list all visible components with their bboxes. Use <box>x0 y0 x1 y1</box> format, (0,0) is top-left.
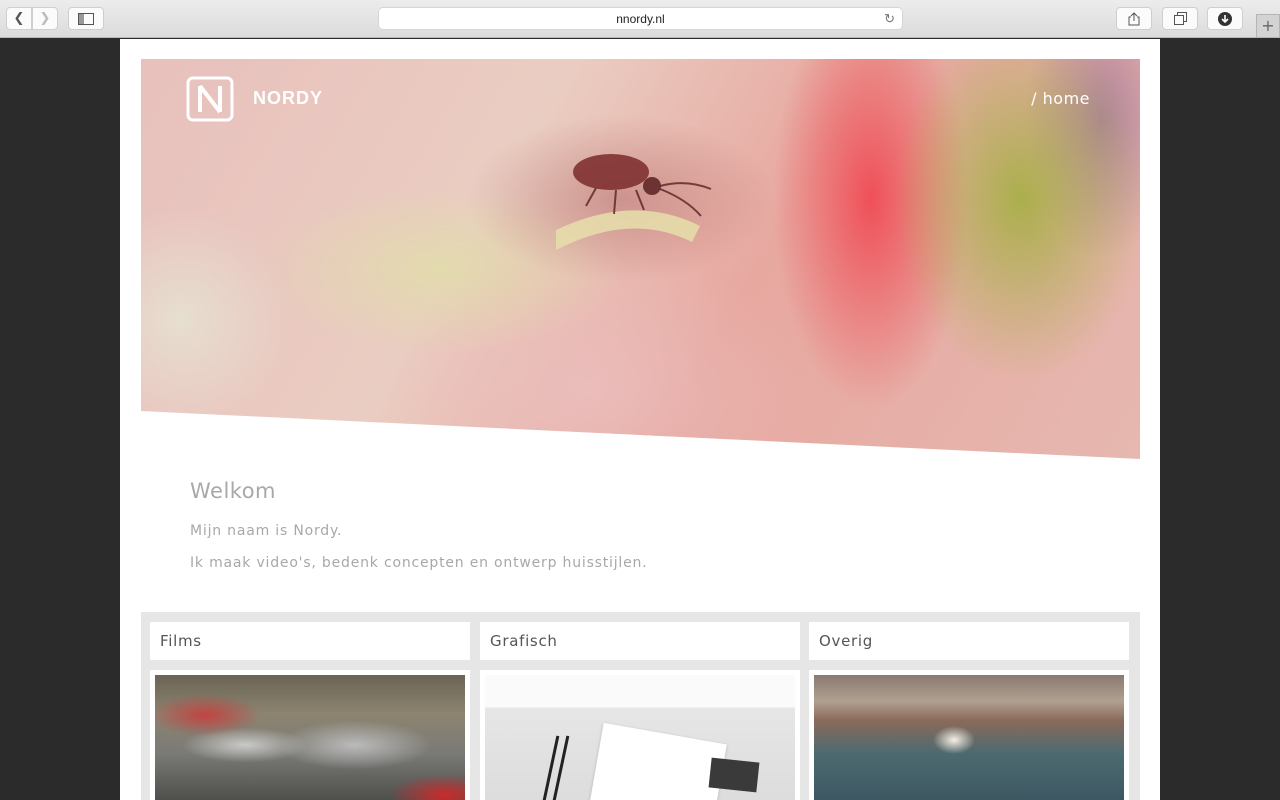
share-button[interactable] <box>1116 7 1152 30</box>
downloads-button[interactable] <box>1207 7 1243 30</box>
category-card-grafisch[interactable] <box>480 670 800 800</box>
hero-banner: NORDY / home <box>141 59 1140 459</box>
chevron-left-icon: ❮ <box>13 11 25 26</box>
films-thumbnail-image[interactable] <box>155 675 465 800</box>
address-bar[interactable]: nnordy.nl ↻ <box>378 7 903 30</box>
chevron-right-icon: ❯ <box>39 11 51 26</box>
back-button[interactable]: ❮ <box>6 7 32 30</box>
business-card-shape <box>708 757 760 793</box>
reload-icon[interactable]: ↻ <box>884 8 895 30</box>
share-icon <box>1128 11 1140 25</box>
category-card-overig[interactable] <box>809 670 1129 800</box>
intro-section: Welkom Mijn naam is Nordy. Ik maak video… <box>190 479 647 571</box>
nordy-logo-icon[interactable] <box>186 76 234 122</box>
intro-text-2: Ik maak video's, bedenk concepten en ont… <box>190 555 648 571</box>
tabs-icon <box>1173 12 1187 25</box>
category-card-films[interactable] <box>150 670 470 800</box>
brand-name[interactable]: NORDY <box>253 88 323 109</box>
download-icon <box>1218 11 1232 26</box>
forward-button[interactable]: ❯ <box>32 7 58 30</box>
category-header-overig[interactable]: Overig <box>809 622 1129 660</box>
category-overig: Overig <box>809 622 1129 800</box>
new-tab-button[interactable]: + <box>1256 14 1280 38</box>
category-grafisch: Grafisch <box>480 622 800 800</box>
web-page: NORDY / home Welkom Mijn naam is Nordy. … <box>120 39 1160 800</box>
category-grid: Films Grafisch Overig <box>141 612 1140 800</box>
category-films: Films <box>150 622 470 800</box>
intro-text-1: Mijn naam is Nordy. <box>190 523 343 539</box>
browser-toolbar: ❮ ❯ nnordy.nl ↻ + <box>0 0 1280 38</box>
category-header-grafisch[interactable]: Grafisch <box>480 622 800 660</box>
category-header-films[interactable]: Films <box>150 622 470 660</box>
beetle-image <box>556 154 712 254</box>
page-title: Welkom <box>190 479 277 503</box>
overig-thumbnail-image[interactable] <box>814 675 1124 800</box>
nav-home-link[interactable]: / home <box>1031 89 1090 108</box>
grafisch-thumbnail-image[interactable] <box>485 675 795 800</box>
sidebar-toggle-button[interactable] <box>68 7 104 30</box>
url-text: nnordy.nl <box>616 12 665 26</box>
show-tabs-button[interactable] <box>1162 7 1198 30</box>
sidebar-icon <box>78 12 94 25</box>
letterhead-shape <box>588 722 727 800</box>
